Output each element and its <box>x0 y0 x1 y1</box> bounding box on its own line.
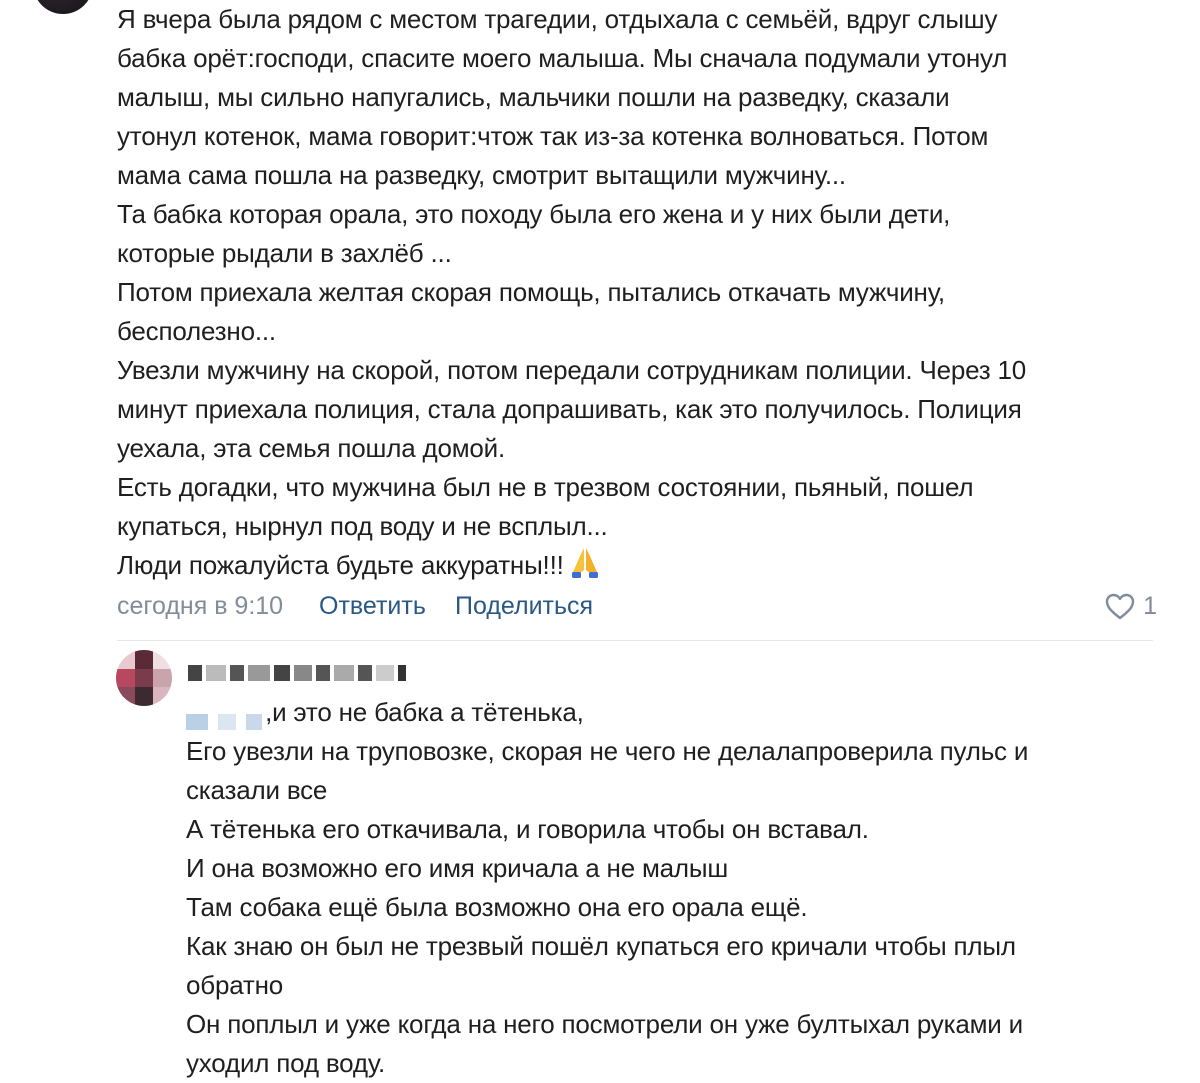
comment-line: бесполезно... <box>117 316 276 346</box>
reply-line: Там собака ещё была возможно она его ора… <box>186 892 808 922</box>
reply-line: ,и это не бабка а тётенька, <box>265 697 584 727</box>
reply-line: Как знаю он был не трезвый пошёл купатьс… <box>186 931 1016 961</box>
reply-body: ,и это не бабка а тётенька, Его увезли н… <box>186 693 1176 1083</box>
comment-timestamp[interactable]: сегодня в 9:10 <box>117 592 283 621</box>
comment-body: Я вчера была рядом с местом трагедии, от… <box>117 0 1177 589</box>
comment-line: уехала, эта семья пошла домой. <box>117 433 505 463</box>
heart-icon <box>1105 593 1135 620</box>
comment-line: Та бабка которая орала, это походу была … <box>117 199 951 229</box>
reply-line: обратно <box>186 970 284 1000</box>
comment-line: бабка орёт:господи, спасите моего малыша… <box>117 43 1008 73</box>
comment-line: утонул котенок, мама говорит:чтож так из… <box>117 121 989 151</box>
reply-line: Он поплыл и уже когда на него посмотрели… <box>186 1009 1023 1039</box>
comment-line: Увезли мужчину на скорой, потом передали… <box>117 355 1027 385</box>
reply-author-name-pixelated[interactable] <box>188 664 410 682</box>
reply-line: уходил под воду. <box>186 1048 386 1078</box>
comment-meta: сегодня в 9:10 Ответить Поделиться 1 <box>117 590 1157 626</box>
comment-line: минут приехала полиция, стала допрашиват… <box>117 394 1022 424</box>
folded-hands-emoji <box>570 546 600 589</box>
reply-first-line: ,и это не бабка а тётенька, <box>186 693 1176 732</box>
comment-line: купаться, нырнул под воду и не всплыл... <box>117 511 608 541</box>
comment-line-text: Люди пожалуйста будьте аккуратны!!! <box>117 550 564 580</box>
divider <box>117 640 1153 641</box>
mention-pixelated[interactable] <box>186 702 265 731</box>
reply-line: И она возможно его имя кричала а не малы… <box>186 853 729 883</box>
comment-last-line: Люди пожалуйста будьте аккуратны!!! <box>117 546 1177 589</box>
reply-link[interactable]: Ответить <box>319 592 426 621</box>
share-link[interactable]: Поделиться <box>455 592 593 621</box>
like-button[interactable]: 1 <box>1105 592 1157 621</box>
reply-author-avatar[interactable] <box>116 650 172 706</box>
comment-line: малыш, мы сильно напугались, мальчики по… <box>117 82 950 112</box>
reply-line: А тётенька его откачивала, и говорила чт… <box>186 814 869 844</box>
comment-line: которые рыдали в захлёб ... <box>117 238 452 268</box>
comment-line: Есть догадки, что мужчина был не в трезв… <box>117 472 974 502</box>
comment-line: мама сама пошла на разведку, смотрит выт… <box>117 160 846 190</box>
reply-line: Его увезли на труповозке, скорая не чего… <box>186 736 1029 766</box>
comment-line: Потом приехала желтая скорая помощь, пыт… <box>117 277 945 307</box>
reply-line: сказали все <box>186 775 328 805</box>
like-count: 1 <box>1143 592 1157 620</box>
commenter-avatar[interactable] <box>33 0 93 14</box>
comment-line: Я вчера была рядом с местом трагедии, от… <box>117 4 998 34</box>
